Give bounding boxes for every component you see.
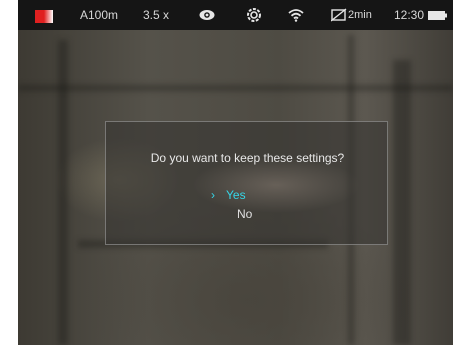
color-palette-icon [35,10,53,23]
settings-icon [246,7,262,23]
zoom-readout: 3.5 x [143,8,170,22]
no-option[interactable]: No [237,207,252,221]
scene-texture [18,85,453,91]
no-option-label: No [237,207,253,221]
dialog-question: Do you want to keep these settings? [150,151,345,165]
thermal-view: A100m 3.5 x 2min 12:30 Do you want to ke… [18,0,453,345]
yes-option-label: Yes [226,188,246,202]
confirm-settings-dialog: Do you want to keep these settings? › Yes… [105,121,388,245]
clock: 12:30 [394,8,425,22]
display-off-timer: 2min [348,9,372,21]
status-bar: A100m 3.5 x 2min 12:30 [18,0,453,30]
range-readout: A100m [80,8,119,22]
eye-icon [199,8,215,22]
chevron-right-icon: › [211,188,215,202]
yes-option[interactable]: › Yes [211,188,246,202]
wifi-icon [288,8,304,22]
battery-icon [428,11,447,20]
display-off-icon [330,8,347,22]
scene-texture [393,60,411,345]
